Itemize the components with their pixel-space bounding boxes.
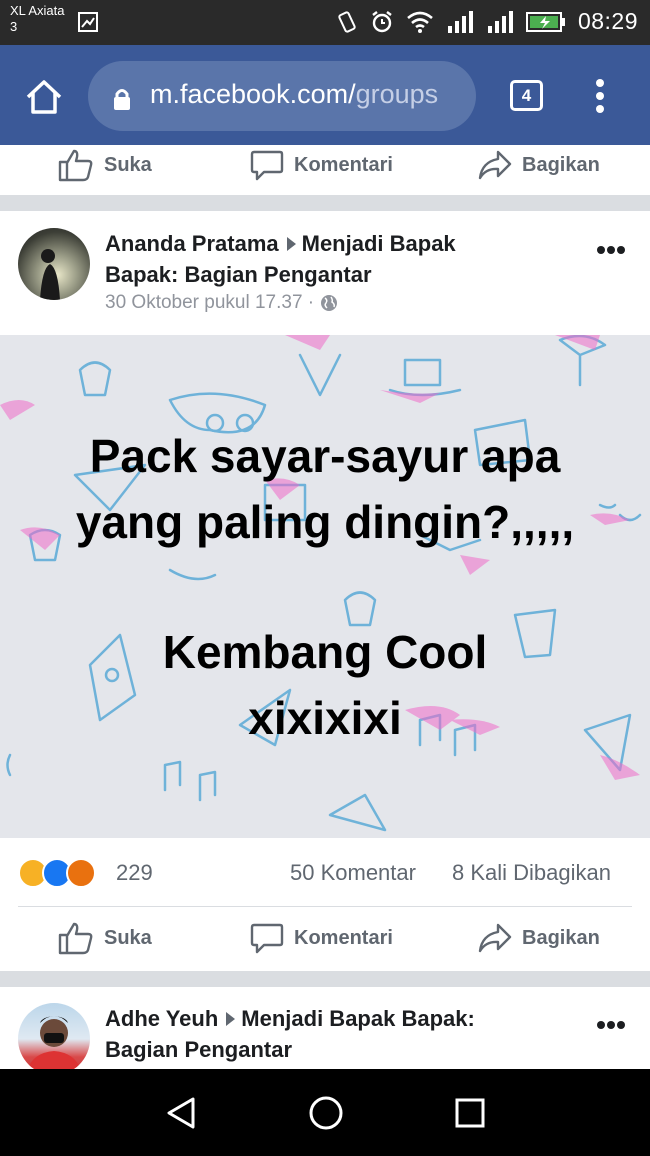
avatar-silhouette (40, 249, 60, 300)
more-options-icon[interactable] (596, 1020, 626, 1030)
avatar-person (27, 1016, 81, 1069)
comment-count[interactable]: 50 Komentar (290, 860, 416, 886)
party-doodle-pattern (0, 335, 642, 832)
recents-icon[interactable] (454, 1097, 486, 1129)
post-text-line: xixixixi (248, 692, 402, 744)
carrier-label: XL Axiata 3 (10, 3, 65, 34)
previous-post-actions: Suka Komentari Bagikan (0, 145, 650, 195)
browser-toolbar: m.facebook.com/groups 4 (0, 45, 650, 145)
caret-right-icon (226, 1012, 236, 1027)
signal-icon-2 (487, 10, 513, 33)
group-name-cont[interactable]: Bapak: Bagian Pengantar (105, 262, 372, 287)
action-row: Suka Komentari Bagikan (0, 135, 650, 195)
home-icon[interactable] (24, 77, 64, 117)
caret-right-icon (286, 237, 296, 252)
reaction-count[interactable]: 229 (116, 860, 153, 886)
group-name[interactable]: Menjadi Bapak (302, 231, 456, 256)
signal-icon-1 (447, 10, 473, 33)
status-icons: 08:29 (336, 8, 638, 35)
globe-icon (321, 295, 338, 311)
share-button[interactable]: Bagikan (478, 908, 600, 968)
author-avatar[interactable] (18, 1003, 90, 1069)
vibrate-icon (338, 10, 356, 33)
post-text-line: Kembang Cool (162, 626, 488, 678)
author-name[interactable]: Adhe Yeuh (105, 1006, 218, 1031)
comment-icon (250, 923, 284, 954)
back-icon[interactable] (165, 1096, 197, 1130)
alarm-icon (372, 10, 392, 32)
comment-button[interactable]: Komentari (250, 135, 393, 195)
post-header-title: Adhe Yeuh Menjadi Bapak Bapak: Bagian Pen… (105, 1003, 545, 1065)
share-icon (478, 923, 512, 953)
post-timestamp[interactable]: 30 Oktober pukul 17.37 · (105, 292, 314, 314)
battery-charging-icon (525, 11, 565, 32)
overflow-menu-icon[interactable] (590, 79, 610, 113)
divider (18, 906, 632, 907)
comment-button[interactable]: Komentari (250, 908, 393, 968)
reactions-summary[interactable]: 229 50 Komentar 8 Kali Dibagikan (0, 848, 650, 900)
post-action-row: Suka Komentari Bagikan (0, 908, 650, 968)
group-name-cont[interactable]: Bagian Pengantar (105, 1037, 292, 1062)
next-post-card: Adhe Yeuh Menjadi Bapak Bapak: Bagian Pen… (0, 987, 650, 1069)
group-name[interactable]: Menjadi Bapak Bapak: (241, 1006, 475, 1031)
share-icon (478, 150, 512, 180)
image-notification-icon (78, 12, 98, 32)
wifi-icon (407, 11, 433, 33)
post-text-line: yang paling dingin?,,,,, (75, 496, 575, 548)
thumbs-up-icon (58, 922, 93, 955)
post-text-line: Pack sayar-sayur apa (89, 430, 561, 482)
url-text: m.facebook.com/groups (150, 79, 439, 109)
author-name[interactable]: Ananda Pratama (105, 231, 279, 256)
share-count[interactable]: 8 Kali Dibagikan (452, 860, 611, 886)
home-circle-icon[interactable] (308, 1095, 344, 1131)
like-button[interactable]: Suka (58, 908, 152, 968)
comment-icon (250, 150, 284, 181)
post-header-title: Ananda Pratama Menjadi Bapak Bapak: Bagia… (105, 228, 545, 290)
author-avatar[interactable] (18, 228, 90, 300)
system-navigation-bar (0, 1069, 650, 1156)
address-bar[interactable]: m.facebook.com/groups (88, 61, 476, 131)
lock-icon (114, 89, 130, 110)
status-bar: XL Axiata 3 08:29 (0, 0, 650, 45)
thumbs-up-icon (58, 149, 93, 182)
angry-reaction-icon (66, 858, 96, 888)
clock: 08:29 (577, 8, 638, 34)
like-button[interactable]: Suka (58, 135, 152, 195)
post-image-background: Pack sayar-sayur apa yang paling dingin?… (0, 335, 650, 838)
more-options-icon[interactable] (596, 245, 626, 255)
share-button[interactable]: Bagikan (478, 135, 600, 195)
tab-switcher-button[interactable]: 4 (510, 80, 543, 111)
reaction-icons (18, 858, 96, 888)
post-meta: 30 Oktober pukul 17.37 · (105, 292, 338, 314)
